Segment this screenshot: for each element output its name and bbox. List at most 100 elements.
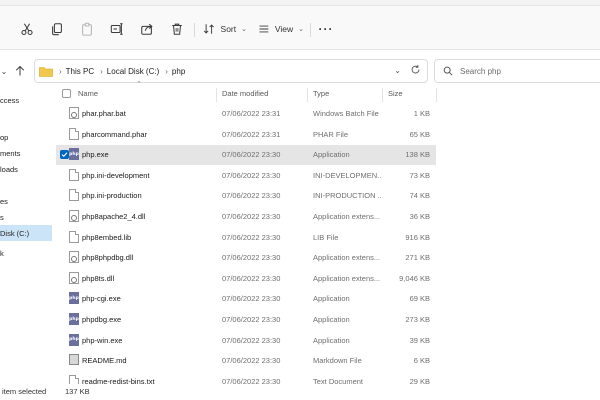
cut-button[interactable] bbox=[18, 18, 36, 40]
file-date-modified: 07/06/2022 23:30 bbox=[222, 253, 281, 263]
file-size: 69 KB bbox=[409, 294, 430, 304]
view-button[interactable]: View ⌄ bbox=[258, 18, 304, 40]
file-date-modified: 07/06/2022 23:30 bbox=[222, 273, 281, 283]
breadcrumb-local-disk[interactable]: Local Disk (C:) bbox=[107, 67, 159, 76]
sidebar-item-label: es bbox=[0, 196, 8, 206]
sort-label: Sort bbox=[220, 24, 237, 34]
more-options-button[interactable]: ··· bbox=[316, 18, 336, 40]
sidebar-item-local-disk[interactable]: Disk (C:) bbox=[0, 225, 52, 241]
checkmark-icon bbox=[61, 152, 68, 158]
file-row[interactable]: php.ini-development 07/06/2022 23:30 INI-D… bbox=[56, 166, 436, 186]
file-row[interactable]: php.ini-production 07/06/2022 23:30 INI-PR… bbox=[56, 186, 436, 206]
paste-button[interactable] bbox=[78, 18, 96, 40]
search-box[interactable] bbox=[434, 59, 600, 83]
sidebar-item-videos[interactable]: s bbox=[0, 209, 52, 225]
file-list: phar.phar.bat 07/06/2022 23:31 Windows Bat… bbox=[52, 104, 600, 387]
column-divider[interactable] bbox=[436, 88, 437, 102]
breadcrumb-separator-icon: › bbox=[165, 66, 168, 76]
navigation-pane: ccess op ments loads es s Disk (C:) k bbox=[0, 92, 52, 382]
file-date-modified: 07/06/2022 23:30 bbox=[222, 356, 281, 366]
column-divider[interactable] bbox=[216, 88, 217, 102]
file-size: 271 KB bbox=[405, 253, 430, 263]
sort-button[interactable]: Sort ⌄ bbox=[203, 18, 247, 40]
ellipsis-icon: ··· bbox=[318, 22, 334, 36]
scissors-icon bbox=[21, 23, 33, 36]
column-size[interactable]: Size bbox=[388, 89, 403, 98]
file-type: Application bbox=[313, 294, 350, 304]
column-type[interactable]: Type bbox=[313, 89, 329, 98]
file-size: 65 KB bbox=[409, 129, 430, 139]
file-name: php8ts.dll bbox=[82, 273, 115, 283]
sidebar-item-label: ccess bbox=[0, 95, 20, 105]
address-history-chevron-icon[interactable]: ⌄ bbox=[394, 66, 401, 75]
breadcrumb-separator-icon: › bbox=[100, 66, 103, 76]
file-name: php-cgi.exe bbox=[82, 294, 121, 304]
file-row[interactable]: phar.phar.bat 07/06/2022 23:31 Windows Bat… bbox=[56, 104, 436, 124]
file-row[interactable]: php php-cgi.exe 07/06/2022 23:30 Applicatio… bbox=[56, 289, 436, 309]
copy-button[interactable] bbox=[48, 18, 66, 40]
chevron-down-icon: ⌄ bbox=[298, 26, 304, 33]
search-input[interactable] bbox=[460, 66, 590, 76]
column-name[interactable]: Name bbox=[78, 89, 98, 98]
sidebar-item-quick-access[interactable]: ccess bbox=[0, 92, 52, 108]
file-name: phpdbg.exe bbox=[82, 315, 122, 324]
sidebar-item-desktop[interactable]: op bbox=[0, 129, 52, 145]
file-date-modified: 07/06/2022 23:30 bbox=[222, 294, 281, 304]
column-divider[interactable] bbox=[307, 88, 308, 102]
breadcrumb-php[interactable]: php bbox=[172, 67, 185, 76]
share-button[interactable] bbox=[138, 18, 156, 40]
sidebar-item-network[interactable]: k bbox=[0, 245, 52, 261]
file-row[interactable]: php php.exe 07/06/2022 23:30 Application 138… bbox=[56, 145, 436, 166]
sidebar-item-documents[interactable]: ments bbox=[0, 145, 52, 161]
column-date-modified[interactable]: Date modified bbox=[222, 89, 268, 98]
system-file-icon bbox=[69, 210, 80, 223]
file-size: 1 KB bbox=[413, 109, 430, 118]
row-checkbox[interactable] bbox=[60, 150, 69, 160]
document-icon bbox=[69, 189, 80, 202]
delete-button[interactable] bbox=[168, 18, 186, 40]
address-bar[interactable]: › This PC › Local Disk (C:) › php ⌄ bbox=[34, 59, 428, 83]
file-name: php8phpdbg.dll bbox=[82, 253, 134, 263]
file-name: php8embed.lib bbox=[82, 232, 132, 242]
file-row[interactable]: php php-win.exe 07/06/2022 23:30 Applicatio… bbox=[56, 331, 436, 351]
view-label: View bbox=[274, 24, 294, 34]
rename-button[interactable] bbox=[108, 18, 126, 40]
sidebar-item-label: s bbox=[0, 212, 4, 222]
column-divider[interactable] bbox=[382, 88, 383, 102]
file-name: php-win.exe bbox=[82, 335, 123, 345]
select-all-checkbox[interactable] bbox=[62, 89, 71, 98]
command-bar: Sort ⌄ View ⌄ ··· bbox=[0, 6, 600, 50]
file-row[interactable]: pharcommand.phar 07/06/2022 23:31 PHAR Fil… bbox=[56, 125, 436, 145]
sidebar-item-downloads[interactable]: loads bbox=[0, 161, 52, 177]
file-type: INI-PRODUCTION ... bbox=[313, 191, 381, 201]
file-date-modified: 07/06/2022 23:31 bbox=[222, 109, 281, 118]
file-row[interactable]: php8embed.lib 07/06/2022 23:30 LIB File 916… bbox=[56, 228, 436, 248]
up-button[interactable] bbox=[12, 64, 28, 78]
refresh-button[interactable] bbox=[410, 64, 421, 77]
chevron-down-icon: ⌄ bbox=[241, 26, 247, 33]
document-icon bbox=[69, 127, 80, 141]
sidebar-item-label: op bbox=[0, 132, 9, 142]
file-row[interactable]: php8phpdbg.dll 07/06/2022 23:30 Applicatio… bbox=[56, 248, 436, 268]
php-executable-icon: php bbox=[69, 333, 80, 347]
toolbar-divider bbox=[194, 23, 195, 37]
php-executable-icon: php bbox=[69, 292, 80, 305]
file-row[interactable]: php phpdbg.exe 07/06/2022 23:30 Application… bbox=[56, 310, 436, 330]
toolbar-divider bbox=[310, 23, 311, 37]
system-file-icon bbox=[69, 271, 80, 285]
file-date-modified: 07/06/2022 23:30 bbox=[222, 150, 281, 160]
breadcrumb-this-pc[interactable]: This PC bbox=[66, 67, 94, 76]
file-row[interactable]: php8apache2_4.dll 07/06/2022 23:30 Applica… bbox=[56, 207, 436, 227]
selection-count: item selected bbox=[2, 387, 47, 396]
file-type: PHAR File bbox=[313, 129, 349, 139]
file-row[interactable]: README.md 07/06/2022 23:30 Markdown File 6 … bbox=[56, 351, 436, 371]
rename-icon bbox=[110, 23, 123, 35]
arrow-up-icon bbox=[15, 65, 25, 76]
sidebar-item-label: loads bbox=[0, 164, 18, 174]
recent-locations-button[interactable]: ⌄ bbox=[0, 64, 12, 78]
file-row[interactable]: php8ts.dll 07/06/2022 23:30 Application ex… bbox=[56, 269, 436, 289]
sidebar-item-pictures[interactable]: es bbox=[0, 193, 52, 209]
file-name: php.exe bbox=[82, 150, 109, 160]
file-size: 6 KB bbox=[413, 356, 430, 366]
file-date-modified: 07/06/2022 23:31 bbox=[222, 129, 281, 139]
